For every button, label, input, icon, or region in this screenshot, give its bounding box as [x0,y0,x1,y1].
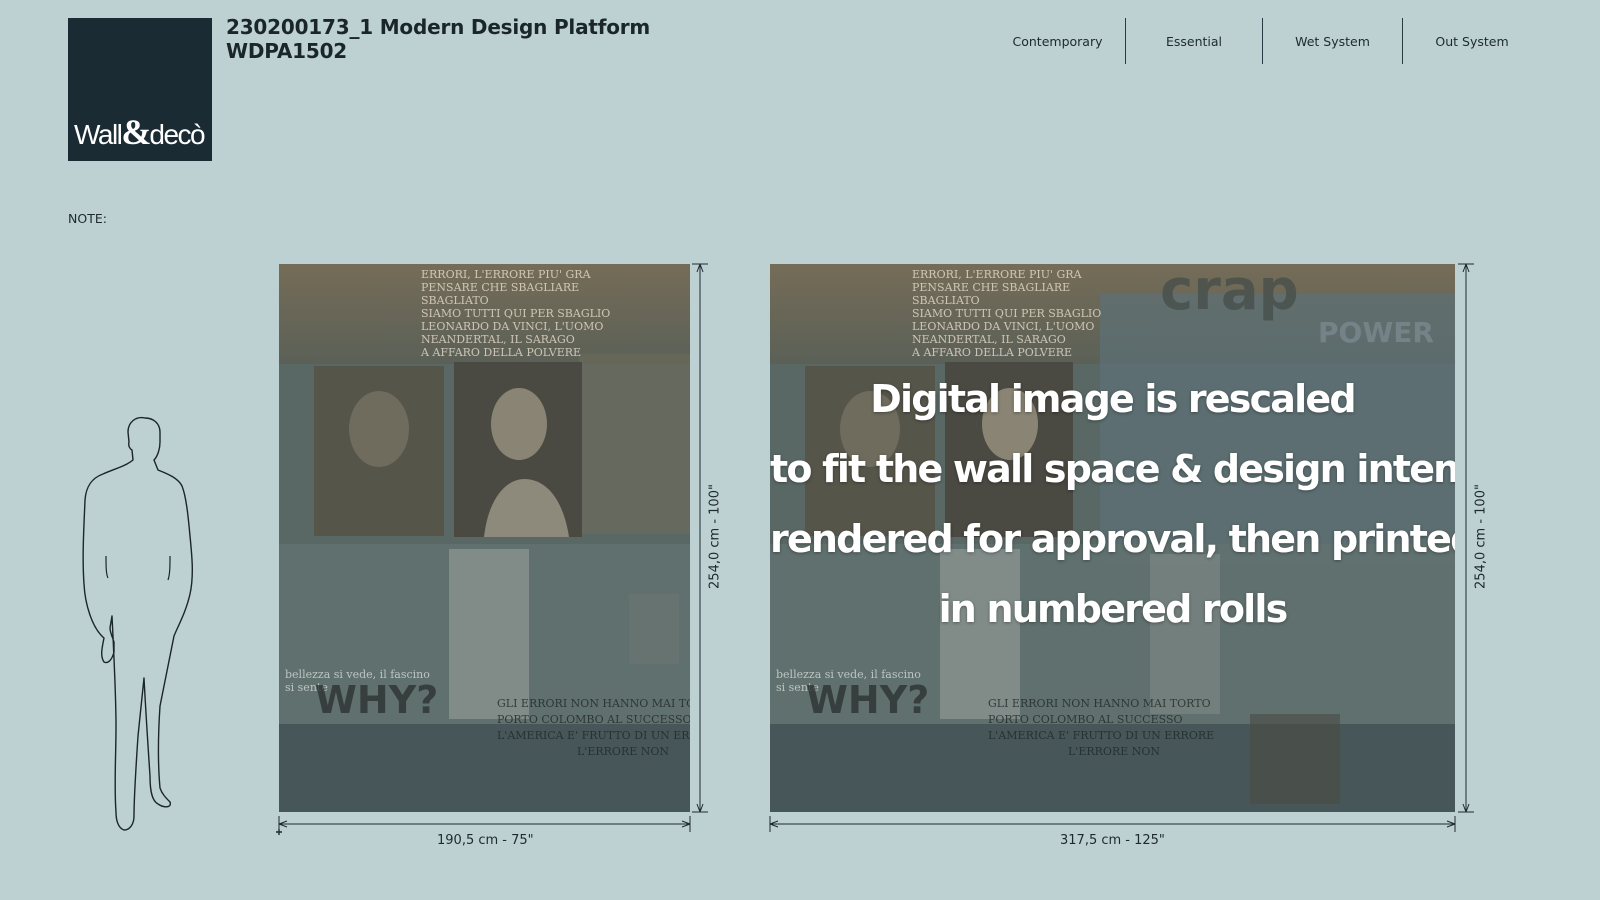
wallpaper-text-power: POWER [1318,316,1434,349]
rescale-notice-line: Digital image is rescaled [870,377,1356,421]
brand-logo: Wall&decò [68,18,212,161]
nav-item-out-system[interactable]: Out System [1403,18,1541,64]
rescale-notice-line: to fit the wall space & design intent, [770,447,1455,491]
nav-item-contemporary[interactable]: Contemporary [990,18,1125,64]
wallpaper-text-crap: crap [1160,264,1299,323]
rescale-notice-line: rendered for approval, then printed [770,517,1455,561]
title-line-product: 230200173_1 Modern Design Platform [226,15,651,39]
wallpaper-panel-small: ERRORI, L'ERRORE PIU' GRA PENSARE CHE SB… [279,264,690,812]
page-title: 230200173_1 Modern Design Platform WDPA1… [226,15,650,63]
wallpaper-panel-large: ERRORI, L'ERRORE PIU' GRA PENSARE CHE SB… [770,264,1455,812]
small-panel-width-label: 190,5 cm - 75" [437,833,534,848]
note-label: NOTE: [68,211,107,226]
collection-nav: Contemporary Essential Wet System Out Sy… [990,18,1541,64]
wallpaper-text-block: ERRORI, L'ERRORE PIU' GRA PENSARE CHE SB… [912,268,1102,359]
wallpaper-text-block: GLI ERRORI NON HANNO MAI TORTO PORTO COL… [988,697,1215,758]
wallpaper-text-block: GLI ERRORI NON HANNO MAI TORTO PORTO COL… [497,697,690,758]
rescale-notice-line: in numbered rolls [938,587,1289,631]
large-panel-height-label: 254,0 cm - 100" [1473,484,1489,589]
nav-item-essential[interactable]: Essential [1126,18,1262,64]
title-line-code: WDPA1502 [226,39,348,63]
small-panel-height-label: 254,0 cm - 100" [707,484,723,589]
wallpaper-text-why: WHY? [315,678,439,722]
rescale-notice: Digital image is rescaled to fit the wal… [770,364,1455,644]
large-panel-width-label: 317,5 cm - 125" [1060,833,1165,848]
nav-item-wet-system[interactable]: Wet System [1263,18,1402,64]
brand-logo-wordmark: Wall&decò [74,112,206,152]
wallpaper-text-block: ERRORI, L'ERRORE PIU' GRA PENSARE CHE SB… [421,268,611,359]
human-scale-silhouette [82,416,193,831]
wallpaper-text-why: WHY? [806,678,930,722]
